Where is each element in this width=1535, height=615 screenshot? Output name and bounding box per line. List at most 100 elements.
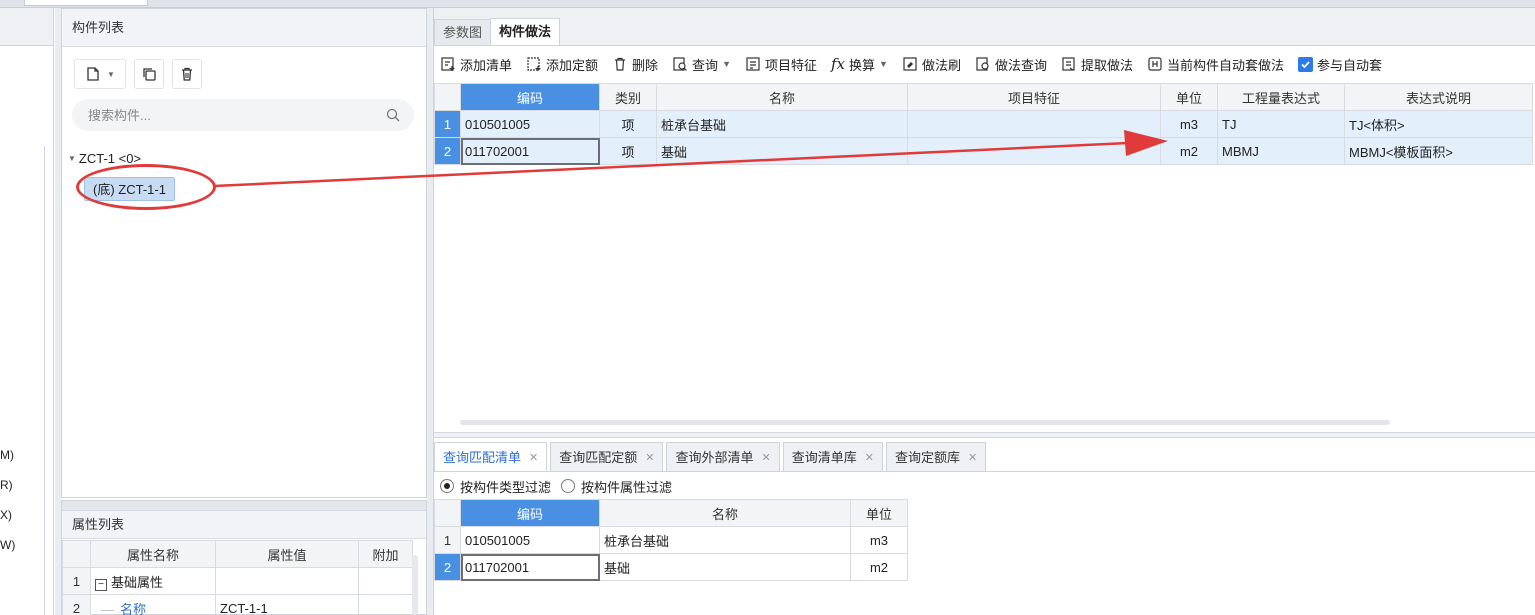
lower-panel-splitter[interactable] [434,432,1535,438]
property-list-title: 属性列表 [62,511,426,539]
method-query-button[interactable]: 做法查询 [975,55,1047,74]
query-button[interactable]: 查询 ▼ [672,55,731,74]
table-row[interactable]: 2 011702001 基础 m2 [434,553,908,581]
add-quota-button[interactable]: 添加定额 [526,55,598,74]
type-cell[interactable]: 项 [599,137,657,165]
close-icon[interactable]: ✕ [645,443,654,473]
property-extra-cell[interactable] [358,567,413,595]
feature-cell[interactable] [907,137,1161,165]
delete-button[interactable]: 删除 [612,55,658,74]
auto-apply-method-button[interactable]: 当前构件自动套做法 [1147,55,1284,74]
search-icon[interactable] [386,108,400,122]
new-component-button[interactable]: ▼ [74,59,126,89]
left-item-fragment[interactable]: W) [0,538,15,552]
unit-cell[interactable]: m3 [850,526,908,554]
extract-method-button[interactable]: 提取做法 [1061,55,1133,74]
table-row[interactable]: 1 010501005 桩承台基础 m3 [434,526,908,554]
name-cell[interactable]: 桩承台基础 [656,110,908,138]
column-header[interactable]: 名称 [599,499,851,527]
table-row[interactable]: 1 − 基础属性 [62,567,413,595]
button-label: 删除 [632,57,659,73]
filter-by-attribute-label[interactable]: 按构件属性过滤 [581,477,672,496]
table-row[interactable]: 1 010501005 项 桩承台基础 m3 TJ TJ<体积> [434,110,1533,138]
tab-parameter-diagram[interactable]: 参数图 [434,19,492,45]
unit-cell[interactable]: m2 [850,553,908,581]
delete-component-button[interactable] [172,59,202,89]
button-label: 当前构件自动套做法 [1167,57,1285,73]
collapse-icon[interactable]: − [95,578,107,591]
item-feature-button[interactable]: 项目特征 [745,55,817,74]
panel-splitter[interactable] [62,501,426,511]
table-row[interactable]: 2 — 名称 ZCT-1-1 [62,594,413,615]
unit-cell[interactable]: m2 [1160,137,1218,165]
column-header[interactable]: 附加 [358,540,413,568]
property-value-cell[interactable] [215,567,359,595]
expression-cell[interactable]: MBMJ [1217,137,1345,165]
close-icon[interactable]: ✕ [865,443,874,473]
filter-by-type-radio[interactable] [440,479,454,493]
tab-query-matching-quotas[interactable]: 查询匹配定额 ✕ [550,442,664,473]
participate-auto-checkbox[interactable]: 参与自动套 [1298,55,1382,74]
top-tab-stub[interactable] [24,0,148,6]
tab-query-matching-bills[interactable]: 查询匹配清单 ✕ [434,442,548,473]
feature-cell[interactable] [907,110,1161,138]
name-cell[interactable]: 基础 [656,137,908,165]
convert-button[interactable]: fx 换算 ▼ [831,55,888,74]
expression-cell[interactable]: TJ [1217,110,1345,138]
column-header[interactable]: 类别 [599,83,657,111]
row-number: 1 [62,567,91,595]
column-header[interactable]: 编码 [460,83,600,111]
trash-icon [182,67,192,81]
code-cell[interactable]: 011702001 [460,137,600,165]
name-cell[interactable]: 桩承台基础 [599,526,851,554]
left-item-fragment[interactable]: M) [0,448,14,462]
table-row[interactable]: 2 011702001 项 基础 m2 MBMJ MBMJ<模板面积> [434,137,1533,165]
column-header[interactable]: 项目特征 [907,83,1161,111]
checkbox-checked-icon[interactable] [1298,56,1314,72]
property-scrollbar[interactable] [412,555,418,615]
property-value-cell[interactable]: ZCT-1-1 [215,594,359,615]
property-name-cell[interactable]: − 基础属性 [90,567,216,595]
add-bill-button[interactable]: 添加清单 [440,55,512,74]
row-number-header [434,499,461,527]
property-name-cell[interactable]: — 名称 [90,594,216,615]
tree-expand-icon[interactable]: ▼ [68,154,76,163]
function-icon: fx [831,55,846,73]
code-cell[interactable]: 010501005 [460,110,600,138]
filter-by-attribute-radio[interactable] [561,479,576,493]
filter-by-type-label[interactable]: 按构件类型过滤 [460,477,551,496]
horizontal-scrollbar[interactable] [460,420,1390,425]
component-search-input[interactable] [72,99,362,131]
type-cell[interactable]: 项 [599,110,657,138]
query-icon [673,57,687,71]
column-header[interactable]: 单位 [850,499,908,527]
column-header[interactable]: 编码 [460,499,600,527]
method-toolbar: 添加清单 添加定额 删除 查询 ▼ 项目特征 fx 换算 ▼ 做法刷 做法查询 … [434,46,1535,82]
tab-label: 查询定额库 [894,449,960,465]
left-item-fragment[interactable]: R) [0,478,13,492]
column-header[interactable]: 单位 [1160,83,1218,111]
expression-description-cell[interactable]: MBMJ<模板面积> [1344,137,1533,165]
unit-cell[interactable]: m3 [1160,110,1218,138]
left-item-fragment[interactable]: X) [0,508,12,522]
tab-query-external-bills[interactable]: 查询外部清单 ✕ [666,442,780,473]
close-icon[interactable]: ✕ [968,443,977,473]
column-header[interactable]: 属性名称 [90,540,216,568]
close-icon[interactable]: ✕ [761,443,770,473]
code-cell[interactable]: 011702001 [460,553,600,581]
tab-query-bill-library[interactable]: 查询清单库 ✕ [782,442,883,473]
code-cell[interactable]: 010501005 [460,526,600,554]
feature-icon [746,57,760,71]
close-icon[interactable]: ✕ [529,443,538,473]
expression-description-cell[interactable]: TJ<体积> [1344,110,1533,138]
column-header[interactable]: 名称 [656,83,908,111]
column-header[interactable]: 属性值 [215,540,359,568]
column-header[interactable]: 表达式说明 [1344,83,1533,111]
tab-component-method[interactable]: 构件做法 [490,18,561,45]
method-brush-button[interactable]: 做法刷 [902,55,961,74]
name-cell[interactable]: 基础 [599,553,851,581]
property-extra-cell[interactable] [358,594,413,615]
tab-query-quota-library[interactable]: 查询定额库 ✕ [885,442,987,473]
copy-component-button[interactable] [134,59,164,89]
column-header[interactable]: 工程量表达式 [1217,83,1345,111]
